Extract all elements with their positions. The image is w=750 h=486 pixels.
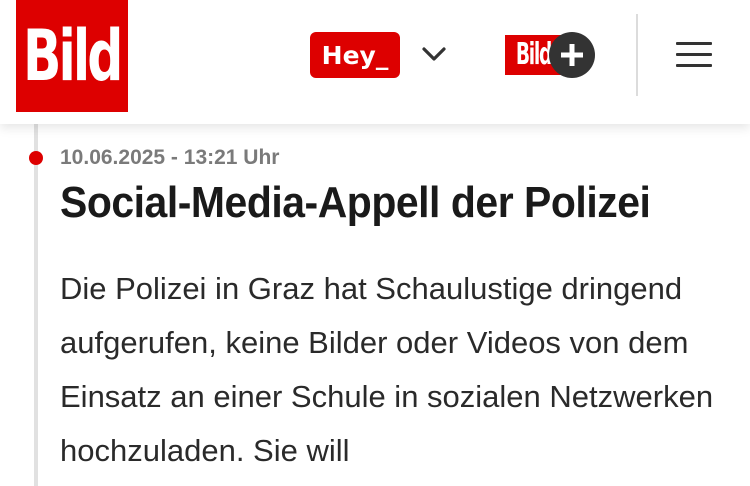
bild-plus-button[interactable]: Bild xyxy=(505,32,595,78)
ticker-timeline-line xyxy=(34,124,38,486)
ticker-entry-dot xyxy=(29,151,43,165)
bild-logo-text: Bild xyxy=(23,15,123,97)
entry-headline: Social-Media-Appell der Polizei xyxy=(60,178,651,227)
chevron-down-icon[interactable] xyxy=(420,40,448,68)
site-header: Bild Hey_ Bild xyxy=(0,0,750,124)
plus-icon xyxy=(549,32,595,78)
header-divider xyxy=(636,14,638,96)
hamburger-menu-icon[interactable] xyxy=(676,42,712,68)
bild-plus-logo-text: Bild xyxy=(515,37,552,72)
hey-button[interactable]: Hey_ xyxy=(310,32,400,78)
entry-body-text: Die Polizei in Graz hat Schaulustige dri… xyxy=(60,271,714,468)
entry-timestamp: 10.06.2025 - 13:21 Uhr xyxy=(60,146,280,169)
bild-logo[interactable]: Bild xyxy=(16,0,128,112)
